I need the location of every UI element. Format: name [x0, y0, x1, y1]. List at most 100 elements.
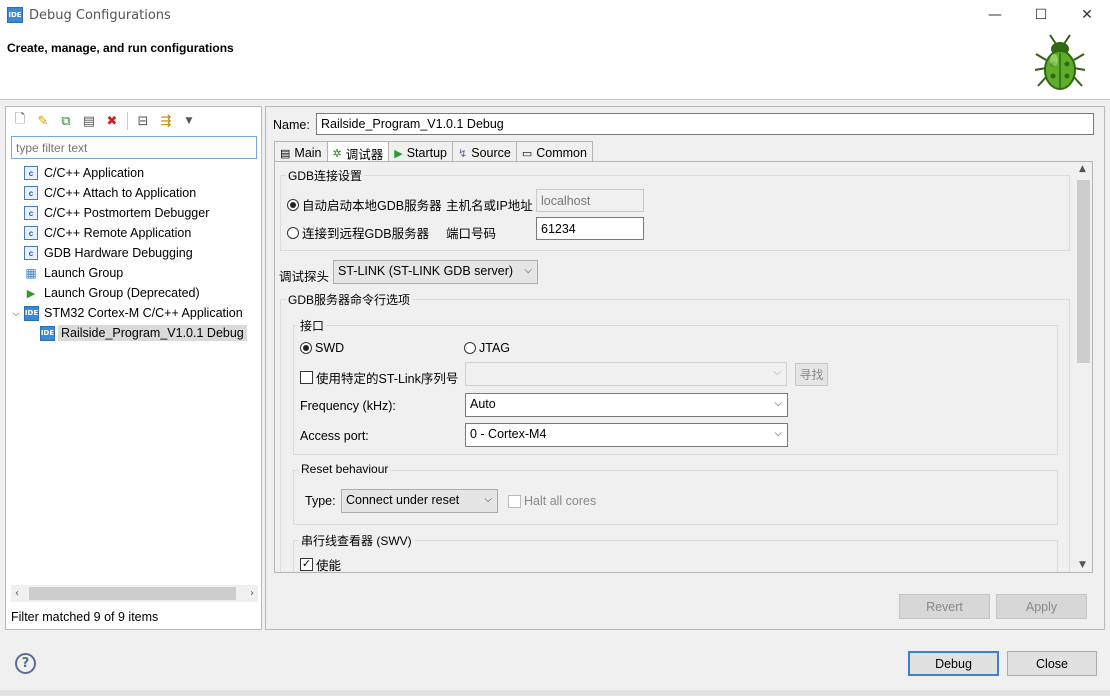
scroll-left-icon[interactable]: ‹ — [15, 588, 19, 599]
halt-cores-checkbox[interactable]: Halt all cores — [508, 494, 596, 508]
vertical-scrollbar[interactable]: ▲ ▼ — [1075, 162, 1092, 572]
halt-cores-label: Halt all cores — [524, 494, 597, 508]
tree-item-label: Launch Group — [44, 266, 124, 280]
tab-label: Startup — [406, 146, 448, 160]
tree-item[interactable]: ▶ Launch Group (Deprecated) — [6, 283, 261, 303]
radio-button[interactable] — [287, 226, 299, 239]
access-port-select[interactable]: 0 - Cortex-M4 ⌵ — [465, 423, 788, 447]
radio-button[interactable] — [464, 342, 476, 354]
serial-select[interactable]: ⌵ — [465, 362, 787, 386]
probe-label: 调试探头 — [279, 270, 330, 284]
new-prototype-icon[interactable]: ✎ — [33, 111, 53, 131]
find-button[interactable]: 寻找 — [795, 363, 828, 386]
tree-item-label: C/C++ Postmortem Debugger — [44, 206, 210, 220]
tree-item[interactable]: c C/C++ Application — [6, 163, 261, 183]
tree-item-selected[interactable]: IDE Railside_Program_V1.0.1 Debug — [6, 323, 261, 343]
swv-enable-checkbox[interactable]: ✓ 使能 — [300, 555, 341, 572]
gdb-connection-title: GDB连接设置 — [286, 167, 365, 184]
frequency-select[interactable]: Auto ⌵ — [465, 393, 788, 417]
c-icon: c — [24, 186, 38, 200]
tree-item-label: STM32 Cortex-M C/C++ Application — [44, 306, 243, 320]
ide-icon: IDE — [24, 305, 39, 321]
tree-item-label: C/C++ Attach to Application — [44, 186, 197, 200]
collapse-all-icon[interactable]: ⊟ — [133, 111, 153, 131]
filter-icon[interactable]: ⇶ — [156, 111, 176, 131]
tree-item[interactable]: ▦ Launch Group — [6, 263, 261, 283]
new-launch-config-icon[interactable]: 🗋 — [10, 111, 30, 131]
frequency-label: Frequency (kHz): — [300, 399, 396, 413]
duplicate-icon[interactable]: ⧉ — [56, 111, 76, 131]
name-field[interactable] — [316, 113, 1094, 135]
delete-icon[interactable]: ✖ — [102, 111, 122, 131]
tree-item[interactable]: c C/C++ Attach to Application — [6, 183, 261, 203]
c-icon: c — [24, 206, 38, 220]
scroll-right-icon[interactable]: › — [250, 588, 254, 599]
tree-item[interactable]: c C/C++ Postmortem Debugger — [6, 203, 261, 223]
filter-status: Filter matched 9 of 9 items — [11, 610, 159, 624]
probe-select[interactable]: ST-LINK (ST-LINK GDB server) ⌵ — [333, 260, 538, 284]
window-controls: — ☐ ✕ — [972, 0, 1110, 30]
tree-item-label: C/C++ Application — [44, 166, 145, 180]
serial-label: 使用特定的ST-Link序列号 — [316, 372, 459, 386]
tree-item[interactable]: ⌵ IDE STM32 Cortex-M C/C++ Application — [6, 303, 261, 323]
view-menu-icon[interactable]: ▼ — [179, 111, 199, 131]
probe-value: ST-LINK (ST-LINK GDB server) — [338, 264, 514, 278]
config-toolbar: 🗋 ✎ ⧉ ▤ ✖ ⊟ ⇶ ▼ — [10, 110, 199, 132]
swd-radio[interactable]: SWD — [300, 341, 344, 355]
radio-button[interactable] — [300, 342, 312, 354]
revert-button[interactable]: Revert — [899, 594, 990, 619]
chevron-down-icon: ⌵ — [774, 398, 782, 409]
apply-button[interactable]: Apply — [996, 594, 1087, 619]
host-field[interactable] — [536, 189, 644, 212]
app-icon: IDE — [7, 7, 23, 23]
minimize-button[interactable]: — — [972, 0, 1018, 30]
main-tab-icon: ▤ — [280, 147, 291, 160]
maximize-button[interactable]: ☐ — [1018, 0, 1064, 30]
serial-checkbox[interactable]: 使用特定的ST-Link序列号 — [300, 368, 458, 387]
tab-startup[interactable]: ▶ Startup — [388, 141, 454, 162]
scroll-up-icon[interactable]: ▲ — [1079, 164, 1086, 174]
help-icon[interactable]: ? — [15, 653, 36, 674]
tab-source[interactable]: ↯ Source — [452, 141, 517, 162]
radio-button[interactable] — [287, 198, 299, 211]
remote-gdb-radio[interactable]: 连接到远程GDB服务器 — [287, 223, 429, 242]
checkbox[interactable] — [508, 494, 521, 508]
local-gdb-radio[interactable]: 自动启动本地GDB服务器 — [287, 195, 442, 214]
port-field[interactable] — [536, 217, 644, 240]
tree-item[interactable]: c C/C++ Remote Application — [6, 223, 261, 243]
toolbar-separator — [127, 112, 128, 130]
tree-item-label: GDB Hardware Debugging — [44, 246, 193, 260]
reset-type-value: Connect under reset — [346, 493, 460, 507]
launch-arrow-icon: ▶ — [26, 287, 36, 300]
access-port-label: Access port: — [300, 429, 369, 443]
tree-item[interactable]: c GDB Hardware Debugging — [6, 243, 261, 263]
filter-input[interactable] — [11, 136, 257, 159]
reset-type-select[interactable]: Connect under reset ⌵ — [341, 489, 498, 513]
tree-item-label: Railside_Program_V1.0.1 Debug — [58, 325, 247, 341]
window-bottom-edge — [0, 690, 1110, 696]
scrollbar-thumb[interactable] — [1077, 180, 1090, 363]
header-banner: Create, manage, and run configurations — [0, 30, 1110, 100]
debug-button[interactable]: Debug — [908, 651, 999, 676]
checkbox[interactable]: ✓ — [300, 558, 313, 571]
checkbox[interactable] — [300, 371, 313, 384]
interface-title: 接口 — [298, 317, 327, 334]
tab-main[interactable]: ▤ Main — [274, 141, 328, 162]
close-button[interactable]: Close — [1007, 651, 1097, 676]
expand-chevron-icon[interactable]: ⌵ — [10, 308, 22, 319]
config-editor-panel: Name: ▤ Main ✲ 调试器 ▶ Startup ↯ Source ▭ … — [265, 106, 1105, 630]
tab-common[interactable]: ▭ Common — [515, 141, 593, 162]
host-label: 主机名或IP地址 — [446, 199, 533, 213]
access-port-value: 0 - Cortex-M4 — [470, 427, 547, 441]
chevron-down-icon: ⌵ — [773, 367, 781, 378]
jtag-radio[interactable]: JTAG — [464, 341, 510, 355]
export-icon[interactable]: ▤ — [79, 111, 99, 131]
chevron-down-icon: ⌵ — [774, 428, 782, 439]
tab-debugger[interactable]: ✲ 调试器 — [326, 141, 390, 163]
config-list-panel: 🗋 ✎ ⧉ ▤ ✖ ⊟ ⇶ ▼ c C/C++ Application c C/… — [5, 106, 262, 630]
scroll-down-icon[interactable]: ▼ — [1079, 560, 1086, 570]
horizontal-scrollbar[interactable]: ‹ › — [11, 585, 258, 602]
close-window-button[interactable]: ✕ — [1064, 0, 1110, 30]
source-tab-icon: ↯ — [458, 147, 468, 160]
scrollbar-thumb[interactable] — [29, 587, 236, 600]
